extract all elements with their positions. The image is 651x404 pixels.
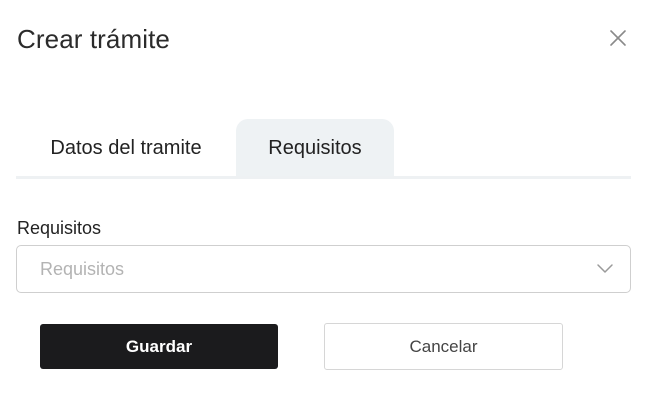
create-procedure-modal: Crear trámite Datos del tramite Requisit… — [0, 0, 651, 404]
save-button[interactable]: Guardar — [40, 324, 278, 369]
chevron-down-icon — [597, 264, 613, 273]
tab-label: Requisitos — [268, 136, 362, 159]
cancel-button[interactable]: Cancelar — [324, 323, 563, 370]
modal-title: Crear trámite — [17, 24, 170, 54]
tab-requisitos[interactable]: Requisitos — [236, 119, 394, 177]
close-button[interactable] — [604, 24, 632, 52]
tab-bar: Datos del tramite Requisitos — [16, 119, 631, 177]
requisitos-label: Requisitos — [17, 218, 102, 238]
requisitos-select[interactable]: Requisitos — [16, 245, 631, 293]
tab-label: Datos del tramite — [50, 136, 202, 159]
requisitos-placeholder: Requisitos — [40, 259, 125, 279]
close-icon — [610, 30, 626, 46]
tab-datos-del-tramite[interactable]: Datos del tramite — [16, 119, 236, 177]
tab-divider — [16, 176, 631, 179]
